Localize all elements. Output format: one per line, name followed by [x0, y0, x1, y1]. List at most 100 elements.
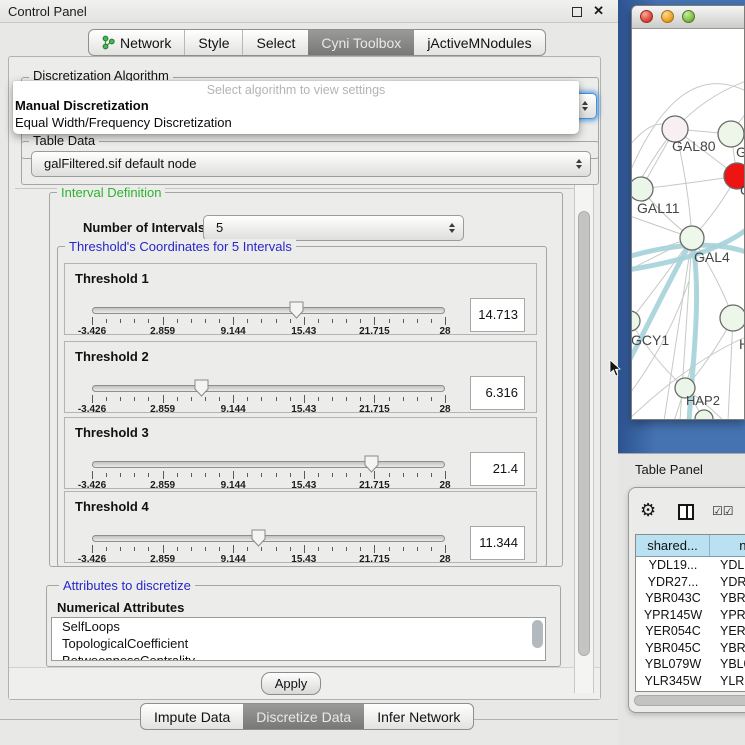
- cell-name[interactable]: YBR0: [710, 590, 745, 607]
- node-table[interactable]: shared... na YDL19...YDL1YDR27...YDR2YBR…: [635, 534, 745, 692]
- table-row[interactable]: YBL079WYBL0: [636, 656, 745, 673]
- cell-name[interactable]: YER0: [710, 623, 745, 640]
- list-scrollbar-thumb[interactable]: [532, 620, 543, 648]
- threshold-slider[interactable]: -3.4262.8599.14415.4321.71528: [92, 492, 445, 564]
- table-row[interactable]: YDR27...YDR2: [636, 574, 745, 591]
- table-row[interactable]: YPR145WYPR1: [636, 607, 745, 624]
- popup-option-equal-width[interactable]: Equal Width/Frequency Discretization: [13, 114, 579, 131]
- cyni-toolbox-panel: Discretization Algorithm Table Data galF…: [8, 56, 601, 700]
- popup-option-manual[interactable]: Manual Discretization: [13, 97, 579, 114]
- tab-impute-data[interactable]: Impute Data: [141, 704, 243, 729]
- table-row[interactable]: YBR043CYBR0: [636, 590, 745, 607]
- tab-select[interactable]: Select: [242, 30, 308, 55]
- tab-infer-network[interactable]: Infer Network: [364, 704, 473, 729]
- numerical-attributes-list[interactable]: SelfLoopsTopologicalCoefficientBetweenne…: [51, 617, 546, 661]
- threshold-slider[interactable]: -3.4262.8599.14415.4321.71528: [92, 418, 445, 490]
- minimize-traffic-light-icon[interactable]: [661, 10, 674, 23]
- zoom-traffic-light-icon[interactable]: [682, 10, 695, 23]
- slider-track[interactable]: [92, 385, 445, 392]
- cell-shared-name[interactable]: YDR27...: [636, 574, 710, 591]
- slider-track[interactable]: [92, 307, 445, 314]
- table-data-combo-value: galFiltered.sif default node: [44, 156, 196, 171]
- cell-shared-name[interactable]: YLR345W: [636, 673, 710, 690]
- popup-placeholder: Select algorithm to view settings: [13, 81, 579, 97]
- threshold-slider[interactable]: -3.4262.8599.14415.4321.71528: [92, 264, 445, 336]
- threshold-value-field[interactable]: 11.344: [470, 526, 525, 560]
- tab-style[interactable]: Style: [184, 30, 242, 55]
- cell-name[interactable]: YBR0: [710, 640, 745, 657]
- cell-shared-name[interactable]: YBL079W: [636, 656, 710, 673]
- table-hscrollbar-thumb[interactable]: [634, 695, 745, 706]
- attribute-item[interactable]: BetweennessCentrality: [52, 652, 545, 661]
- panel-scrollbar-thumb[interactable]: [578, 211, 590, 656]
- tab-cyni-toolbox[interactable]: Cyni Toolbox: [308, 30, 414, 55]
- control-panel-titlebar: Control Panel ✕: [0, 0, 618, 23]
- cell-name[interactable]: YDR2: [710, 574, 745, 591]
- tab-discretize-data[interactable]: Discretize Data: [243, 704, 364, 729]
- right-mid-node[interactable]: [720, 305, 745, 331]
- slider-track[interactable]: [92, 461, 445, 468]
- gal11-node[interactable]: [632, 177, 653, 201]
- slider-ticks: [92, 317, 445, 326]
- cell-shared-name[interactable]: YER054C: [636, 623, 710, 640]
- close-icon[interactable]: ✕: [593, 3, 604, 19]
- table-panel-title: Table Panel: [635, 462, 703, 477]
- panel-scrollbar-track[interactable]: [574, 185, 594, 693]
- tab-network[interactable]: Network: [89, 30, 184, 55]
- bottom-node[interactable]: [695, 410, 713, 420]
- node-label: HAP2: [686, 393, 720, 408]
- screen: Control Panel ✕ Network Style Select Cyn…: [0, 0, 745, 745]
- cell-shared-name[interactable]: YPR145W: [636, 607, 710, 624]
- table-data-combo[interactable]: galFiltered.sif default node: [31, 151, 591, 177]
- column-header-shared-name[interactable]: shared...: [636, 535, 710, 557]
- threshold-value-field[interactable]: 14.713: [470, 298, 525, 332]
- slider-track[interactable]: [92, 535, 445, 542]
- top-tabbar: Network Style Select Cyni Toolbox jActiv…: [88, 29, 546, 56]
- gal4-node[interactable]: [680, 226, 704, 250]
- table-row[interactable]: YDL19...YDL1: [636, 557, 745, 574]
- cell-name[interactable]: YIL0: [710, 689, 745, 692]
- gear-icon[interactable]: ⚙: [640, 501, 656, 519]
- gcy1-node[interactable]: [632, 311, 640, 331]
- bottom-tabbar: Impute Data Discretize Data Infer Networ…: [140, 703, 474, 730]
- table-row[interactable]: YLR345WYLR3: [636, 673, 745, 690]
- control-panel-title: Control Panel: [8, 4, 87, 19]
- table-header-row: shared... na: [636, 535, 745, 557]
- table-hscrollbar-track[interactable]: [634, 695, 745, 706]
- num-intervals-combo[interactable]: 5: [203, 215, 464, 241]
- apply-button[interactable]: Apply: [261, 672, 321, 695]
- column-browser-icon[interactable]: [678, 504, 694, 520]
- table-row[interactable]: YIL052CYIL0: [636, 689, 745, 692]
- cell-name[interactable]: YLR3: [710, 673, 745, 690]
- cell-shared-name[interactable]: YBR045C: [636, 640, 710, 657]
- cell-name[interactable]: YPR1: [710, 607, 745, 624]
- cell-name[interactable]: YBL0: [710, 656, 745, 673]
- network-canvas[interactable]: GAL80GACGAL11GAL4GCY1HHAP2: [632, 29, 745, 420]
- algorithm-popup: Select algorithm to view settings Manual…: [13, 81, 579, 134]
- mouse-cursor: [609, 359, 621, 377]
- table-body: YDL19...YDL1YDR27...YDR2YBR043CYBR0YPR14…: [636, 557, 745, 692]
- slider-scale-labels: -3.4262.8599.14415.4321.71528: [92, 554, 445, 566]
- cell-name[interactable]: YDL1: [710, 557, 745, 574]
- tab-network-label: Network: [120, 35, 171, 51]
- table-row[interactable]: YER054CYER0: [636, 623, 745, 640]
- network-edge[interactable]: [728, 318, 733, 420]
- node-label: GAL4: [694, 249, 730, 265]
- checkbox-icons[interactable]: ☑☑: [712, 504, 734, 518]
- tab-jactivemnodules[interactable]: jActiveMNodules: [414, 30, 544, 55]
- attribute-item[interactable]: TopologicalCoefficient: [52, 635, 545, 652]
- cell-shared-name[interactable]: YBR043C: [636, 590, 710, 607]
- threshold-value-field[interactable]: 21.4: [470, 452, 525, 486]
- network-edge[interactable]: [704, 419, 712, 420]
- combo-arrows-icon: [449, 223, 455, 233]
- float-window-icon[interactable]: [572, 7, 582, 17]
- table-row[interactable]: YBR045CYBR0: [636, 640, 745, 657]
- close-traffic-light-icon[interactable]: [640, 10, 653, 23]
- network-edge[interactable]: [641, 176, 737, 189]
- column-header-name[interactable]: na: [710, 535, 745, 557]
- attribute-item[interactable]: SelfLoops: [52, 618, 545, 635]
- threshold-value-field[interactable]: 6.316: [470, 376, 525, 410]
- cell-shared-name[interactable]: YDL19...: [636, 557, 710, 574]
- cell-shared-name[interactable]: YIL052C: [636, 689, 710, 692]
- threshold-slider[interactable]: -3.4262.8599.14415.4321.71528: [92, 342, 445, 414]
